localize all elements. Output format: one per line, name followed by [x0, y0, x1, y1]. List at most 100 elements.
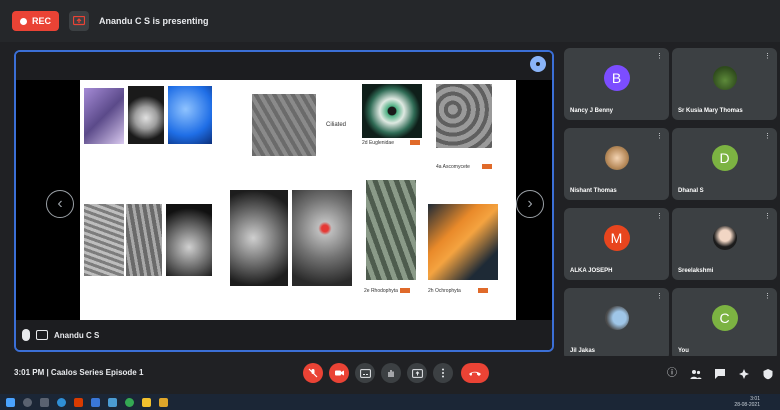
- chat-icon[interactable]: [714, 368, 726, 380]
- micrograph-image: [126, 204, 162, 276]
- slide-label: Ciliated: [326, 122, 347, 128]
- more-options-button[interactable]: [433, 363, 453, 383]
- presenting-status: Anandu C S is presenting: [99, 16, 209, 26]
- participant-tile[interactable]: ⋮ Nishant Thomas: [564, 128, 669, 200]
- more-options-icon[interactable]: ⋮: [656, 52, 663, 60]
- camera-off-button[interactable]: [329, 363, 349, 383]
- hang-up-icon: [469, 371, 481, 376]
- next-slide-button[interactable]: ›: [516, 190, 544, 218]
- present-now-button[interactable]: [407, 363, 427, 383]
- captions-icon[interactable]: [36, 330, 48, 340]
- avatar: B: [603, 65, 630, 92]
- participant-name: Nishant Thomas: [570, 188, 617, 194]
- micrograph-image: [230, 190, 288, 286]
- mute-mic-button[interactable]: [303, 363, 323, 383]
- system-clock[interactable]: 3:01 28-08-2021: [734, 396, 760, 408]
- closed-captions-icon: [359, 368, 371, 378]
- diatom-image: [362, 84, 422, 138]
- mic-off-icon: [308, 368, 318, 378]
- file-explorer-icon[interactable]: [142, 397, 151, 407]
- office-app-icon[interactable]: [74, 397, 83, 407]
- participant-tile[interactable]: ⋮ B Nancy J Benny: [564, 48, 669, 120]
- micrograph-image: [84, 204, 124, 276]
- chrome-browser-icon[interactable]: [125, 397, 134, 407]
- recording-badge[interactable]: REC: [12, 11, 60, 31]
- people-icon[interactable]: [690, 368, 702, 380]
- avatar-photo: [604, 306, 629, 331]
- mail-app-icon[interactable]: [108, 397, 117, 407]
- micrograph-image: [168, 86, 212, 144]
- stage-header: [16, 52, 552, 80]
- participant-tile[interactable]: ⋮ C You: [672, 288, 777, 360]
- more-vertical-icon: [442, 368, 444, 378]
- more-options-icon[interactable]: ⋮: [656, 132, 663, 140]
- micrograph-image: [428, 204, 498, 280]
- participant-name: Sreelakshmi: [678, 268, 714, 274]
- slide-caption: 2e Rhodophyta: [364, 288, 398, 294]
- slide-caption: 4a Ascomycete: [436, 164, 470, 170]
- avatar-photo: [712, 226, 737, 251]
- recording-label: REC: [32, 16, 52, 26]
- tag-icon: [400, 288, 410, 293]
- avatar: D: [711, 145, 738, 172]
- slide-caption: 2h Ochrophyta: [428, 288, 461, 294]
- meet-window: REC Anandu C S is presenting Ciliated 2d…: [0, 0, 780, 410]
- participant-name: You: [678, 348, 689, 354]
- info-icon[interactable]: ⓘ: [666, 368, 678, 380]
- presentation-stage[interactable]: Ciliated 2d Euglenidae 4a Ascomycete 2e …: [14, 50, 554, 352]
- store-app-icon[interactable]: [91, 397, 100, 407]
- activities-icon[interactable]: [738, 368, 750, 380]
- task-view-icon[interactable]: [40, 397, 49, 407]
- host-controls-icon[interactable]: [762, 368, 774, 380]
- pin-icon[interactable]: [530, 56, 546, 72]
- hand-icon: [388, 370, 394, 377]
- avatar: M: [603, 225, 630, 252]
- micrograph-image: [436, 84, 492, 148]
- more-options-icon[interactable]: ⋮: [656, 212, 663, 220]
- micrograph-image: [128, 86, 164, 144]
- presenter-name: Anandu C S: [54, 330, 100, 340]
- more-options-icon[interactable]: ⋮: [764, 132, 771, 140]
- slide-caption: 2d Euglenidae: [362, 140, 394, 146]
- chevron-right-icon: ›: [527, 195, 533, 212]
- captions-button[interactable]: [355, 363, 375, 383]
- search-icon[interactable]: [23, 397, 32, 407]
- tag-icon: [478, 288, 488, 293]
- micrograph-image: [366, 180, 416, 280]
- previous-slide-button[interactable]: ‹: [46, 190, 74, 218]
- microphone-icon[interactable]: [22, 329, 30, 341]
- windows-start-icon[interactable]: [6, 397, 15, 407]
- edge-browser-icon[interactable]: [57, 397, 66, 407]
- top-bar: REC Anandu C S is presenting: [0, 0, 780, 42]
- tag-icon: [482, 164, 492, 169]
- meeting-controls: 3:01 PM | Caalos Series Episode 1 ⓘ: [0, 356, 780, 392]
- present-icon: [411, 368, 423, 378]
- participant-tile[interactable]: ⋮ M ALKA JOSEPH: [564, 208, 669, 280]
- participant-tile[interactable]: ⋮ Sr Kusia Mary Thomas: [672, 48, 777, 120]
- leave-call-button[interactable]: [461, 363, 489, 383]
- participant-name: Jil Jakas: [570, 348, 596, 354]
- participant-tile[interactable]: ⋮ Jil Jakas: [564, 288, 669, 360]
- participant-name: Sr Kusia Mary Thomas: [678, 108, 743, 114]
- camera-off-icon: [334, 370, 344, 376]
- more-options-icon[interactable]: ⋮: [764, 292, 771, 300]
- participant-tile[interactable]: ⋮ D Dhanal S: [672, 128, 777, 200]
- tag-icon: [410, 140, 420, 145]
- stage-footer: Anandu C S: [16, 320, 552, 350]
- micrograph-image: [84, 88, 124, 144]
- more-options-icon[interactable]: ⋮: [656, 292, 663, 300]
- chevron-left-icon: ‹: [57, 195, 63, 212]
- present-screen-icon[interactable]: [69, 11, 90, 31]
- avatar-photo: [712, 66, 737, 91]
- more-options-icon[interactable]: ⋮: [764, 52, 771, 60]
- participant-name: Nancy J Benny: [570, 108, 614, 114]
- participant-tile[interactable]: ⋮ Sreelakshmi: [672, 208, 777, 280]
- avatar: C: [711, 305, 738, 332]
- more-options-icon[interactable]: ⋮: [764, 212, 771, 220]
- micrograph-image: [252, 94, 316, 156]
- raise-hand-button[interactable]: [381, 363, 401, 383]
- record-dot-icon: [20, 17, 27, 25]
- meeting-info: 3:01 PM | Caalos Series Episode 1: [14, 368, 144, 377]
- settings-app-icon[interactable]: [159, 397, 168, 407]
- os-taskbar: 3:01 28-08-2021: [0, 394, 780, 410]
